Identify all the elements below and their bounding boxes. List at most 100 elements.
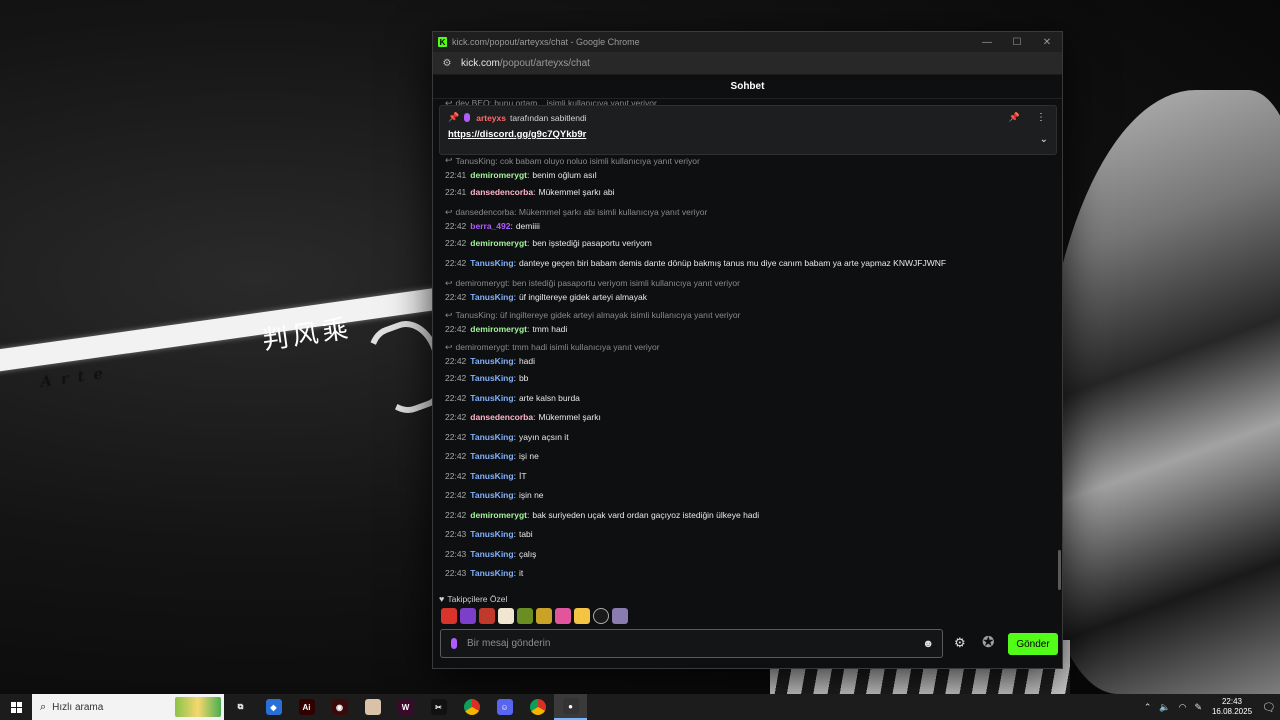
message-colon: : (513, 529, 516, 540)
message-row: 22:42 berra_492: demiiii (445, 219, 1045, 234)
emote-icon[interactable] (555, 608, 571, 624)
message-time: 22:43 (445, 568, 467, 579)
chat-message: 22:42 demiromerygt: ben işstediği pasaport… (445, 234, 1045, 254)
message-colon: : (513, 470, 516, 481)
message-username[interactable]: dansedencorba (470, 187, 533, 197)
emote-icon[interactable] (460, 608, 476, 624)
message-username[interactable]: TanusKing (470, 529, 513, 539)
message-username[interactable]: TanusKing (470, 451, 513, 461)
obs-taskbar-icon[interactable]: ● (554, 694, 587, 720)
taskbar-clock[interactable]: 22:43 16.08.2025 (1212, 697, 1252, 717)
message-username[interactable]: dansedencorba (470, 412, 533, 422)
chat-message: 22:42 demiromerygt: bak suriyeden uçak var… (445, 505, 1045, 525)
more-options-icon[interactable]: ⋮ (1036, 112, 1046, 123)
message-username[interactable]: TanusKing (470, 393, 513, 403)
message-text: bak suriyeden uçak vard ordan gaçıyoz is… (532, 509, 760, 520)
app-anime-taskbar-icon[interactable] (356, 694, 389, 720)
message-text: hadi (518, 356, 536, 366)
chrome-active-taskbar-icon[interactable] (521, 694, 554, 720)
pinned-link[interactable]: https://discord.gg/g9c7QYkb9r (448, 129, 1048, 140)
wifi-icon[interactable]: ◠ (1179, 702, 1187, 713)
message-colon: : (513, 392, 516, 403)
message-username[interactable]: TanusKing (470, 568, 513, 578)
clock-time: 22:43 (1221, 697, 1243, 706)
chat-message: 22:41 dansedencorba: Mükemmel şarkı abi (445, 182, 1045, 202)
emote-icon[interactable] (612, 608, 628, 624)
pinned-by-user[interactable]: arteyxs (476, 113, 506, 123)
unpin-icon[interactable]: 📌 (1009, 112, 1020, 123)
system-tray: ⌃ 🔈 ◠ ✎ 22:43 16.08.2025 🗨 (1140, 694, 1280, 720)
chat-settings-gear-icon[interactable]: ⚙ (954, 635, 966, 651)
message-colon: : (513, 373, 516, 384)
maximize-button[interactable]: ☐ (1002, 32, 1032, 52)
chevron-up-icon[interactable]: ⌃ (1144, 702, 1152, 713)
message-username[interactable]: TanusKing (470, 373, 513, 383)
message-username[interactable]: berra_492 (470, 221, 510, 231)
reply-text: dansedencorba: Mükemmel şarkı abi isimli… (455, 207, 708, 217)
chat-message: ↩ TanusKing: üf ingiltereye gidek arteyi … (445, 309, 1045, 337)
emote-icon[interactable] (574, 608, 590, 624)
emote-icon[interactable] (441, 608, 457, 624)
message-input-box[interactable]: ☻ (440, 629, 943, 658)
message-username[interactable]: TanusKing (470, 258, 513, 268)
illustrator-icon: Ai (298, 699, 315, 715)
chat-message: 22:42 TanusKing: danteye geçen biri babam … (445, 253, 1045, 273)
illustrator-taskbar-icon[interactable]: Ai (290, 694, 323, 720)
message-row: 22:42 dansedencorba: Mükemmel şarkı (445, 408, 1045, 428)
url-text[interactable]: kick.com/popout/arteyxs/chat (461, 58, 590, 69)
close-button[interactable]: ✕ (1032, 32, 1062, 52)
emote-icon[interactable] (593, 608, 609, 624)
message-row: 22:42 TanusKing: danteye geçen biri babam … (445, 253, 1045, 273)
pinned-message[interactable]: 📌 arteyxs tarafından sabitlendi https://… (439, 105, 1057, 155)
app-red-taskbar-icon[interactable]: ◉ (323, 694, 356, 720)
chat-messages-area[interactable]: ↩ dev BEO: bunu ortam... isimli kullanıcı… (433, 100, 1062, 594)
badge-icon[interactable]: ✪ (982, 633, 995, 651)
minimize-button[interactable]: — (972, 32, 1002, 52)
chat-scrollbar[interactable] (1058, 550, 1061, 590)
message-colon: : (513, 548, 516, 559)
send-button[interactable]: Gönder (1008, 633, 1058, 655)
emote-icon[interactable] (479, 608, 495, 624)
chevron-down-icon[interactable]: ⌄ (1040, 134, 1048, 145)
message-username[interactable]: TanusKing (470, 292, 513, 302)
message-username[interactable]: TanusKing (470, 490, 513, 500)
message-username[interactable]: demiromerygt (470, 510, 527, 520)
capcut-taskbar-icon[interactable]: ✂ (422, 694, 455, 720)
emote-icon[interactable] (498, 608, 514, 624)
message-username[interactable]: TanusKing (470, 549, 513, 559)
emote-icon[interactable] (517, 608, 533, 624)
wallpaper-arte-text: Arte (39, 363, 113, 391)
message-time: 22:42 (445, 373, 467, 384)
task-view-taskbar-icon[interactable]: ⧉ (224, 694, 257, 720)
message-username[interactable]: demiromerygt (470, 170, 527, 180)
message-username[interactable]: demiromerygt (470, 324, 527, 334)
notification-icon[interactable]: 🗨 (1262, 701, 1276, 714)
message-username[interactable]: demiromerygt (470, 238, 527, 248)
emote-icon[interactable] (536, 608, 552, 624)
chat-message: ↩ demiromerygt: ben istediği pasaportu ve… (445, 277, 1045, 305)
message-text: işi ne (518, 451, 539, 462)
app-pink-taskbar-icon[interactable]: W (389, 694, 422, 720)
address-bar[interactable]: ⚙ kick.com/popout/arteyxs/chat (433, 52, 1062, 75)
discord-taskbar-icon[interactable]: ☺ (488, 694, 521, 720)
message-username[interactable]: TanusKing (470, 471, 513, 481)
emote-row (441, 608, 628, 624)
app-blue-taskbar-icon[interactable]: ◆ (257, 694, 290, 720)
message-username[interactable]: TanusKing (470, 432, 513, 442)
chrome-taskbar-icon[interactable] (455, 694, 488, 720)
message-row: 22:42 TanusKing: üf ingiltereye gidek arte… (445, 290, 1045, 305)
message-username[interactable]: TanusKing (470, 356, 513, 366)
site-settings-icon[interactable]: ⚙ (441, 57, 453, 69)
chat-message: 22:42 TanusKing: arte kalsn burda (445, 388, 1045, 408)
pen-icon[interactable]: ✎ (1194, 702, 1202, 713)
taskbar-search[interactable]: ⌕ Hızlı arama (32, 694, 224, 720)
message-text: arte kalsn burda (518, 392, 580, 403)
reply-text: demiromerygt: tmm hadi isimli kullanıcıy… (455, 342, 660, 352)
message-text: çalış (518, 548, 537, 559)
volume-icon[interactable]: 🔈 (1159, 702, 1170, 713)
message-input[interactable] (467, 638, 923, 649)
emoji-icon[interactable]: ☻ (922, 638, 934, 650)
start-button[interactable] (0, 694, 32, 720)
message-colon: : (513, 292, 516, 302)
message-time: 22:42 (445, 392, 467, 403)
